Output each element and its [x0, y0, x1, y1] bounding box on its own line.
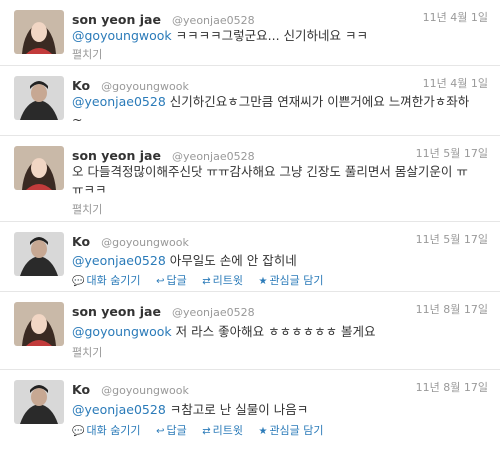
tweet-item[interactable]: Ko @goyoungwook 11년 4월 1일 @yeonjae0528 신…: [0, 66, 500, 136]
tweet-item[interactable]: son yeon jae @yeonjae0528 11년 5월 17일 오 다…: [0, 136, 500, 222]
reply-icon: ↩: [156, 276, 165, 287]
tweet-text: @yeonjae0528 ㅋ참고로 난 실물이 나음ㅋ: [72, 402, 309, 417]
hide-conversation-button[interactable]: 💬 대화 숨기기: [72, 424, 141, 437]
user-handle[interactable]: @yeonjae0528: [172, 306, 255, 319]
user-name[interactable]: Ko: [72, 234, 90, 249]
star-icon: ★: [258, 426, 268, 437]
reply-button[interactable]: ↩ 답글: [156, 424, 187, 437]
tweet-feed: son yeon jae @yeonjae0528 11년 4월 1일 @goy…: [0, 0, 500, 449]
tweet-actions: 💬 대화 숨기기 ↩ 답글 ⇄ 리트윗 ★ 관심글 담기: [72, 272, 336, 288]
avatar[interactable]: [14, 302, 64, 346]
mention-link[interactable]: @goyoungwook: [72, 28, 172, 43]
mention-link[interactable]: @yeonjae0528: [72, 94, 166, 109]
tweet-item[interactable]: son yeon jae @yeonjae0528 11년 4월 1일 @goy…: [0, 0, 500, 66]
retweet-icon: ⇄: [202, 426, 211, 437]
tweet-text: 오 다들격정많이해주신닷 ㅠㅠ감사해요 그냥 긴장도 풀리면서 몸살기운이 ㅠㅠ…: [72, 164, 468, 197]
user-handle[interactable]: @goyoungwook: [101, 384, 189, 397]
user-name[interactable]: Ko: [72, 382, 90, 397]
user-name[interactable]: son yeon jae: [72, 304, 161, 319]
expand-link[interactable]: 펼치기: [72, 344, 102, 360]
favorite-button[interactable]: ★ 관심글 담기: [258, 424, 323, 437]
reply-button[interactable]: ↩ 답글: [156, 274, 187, 287]
tweet-item[interactable]: Ko @goyoungwook 11년 5월 17일 @yeonjae0528 …: [0, 222, 500, 292]
avatar[interactable]: [14, 76, 64, 120]
tweet-text: @goyoungwook 저 라스 좋아해요 ㅎㅎㅎㅎㅎㅎ 볼게요: [72, 324, 376, 339]
star-icon: ★: [258, 276, 268, 287]
expand-link[interactable]: 펼치기: [72, 46, 102, 62]
tweet-date[interactable]: 11년 5월 17일: [416, 231, 488, 247]
tweet-date[interactable]: 11년 8월 17일: [416, 379, 488, 395]
favorite-button[interactable]: ★ 관심글 담기: [258, 274, 323, 287]
user-name[interactable]: son yeon jae: [72, 148, 161, 163]
mention-link[interactable]: @yeonjae0528: [72, 253, 166, 268]
tweet-item[interactable]: son yeon jae @yeonjae0528 11년 8월 17일 @go…: [0, 292, 500, 370]
user-handle[interactable]: @goyoungwook: [101, 236, 189, 249]
tweet-text: @goyoungwook ㅋㅋㅋㅋ그렇군요... 신기하네요 ㅋㅋ: [72, 28, 369, 43]
retweet-button[interactable]: ⇄ 리트윗: [202, 424, 243, 437]
user-handle[interactable]: @yeonjae0528: [172, 14, 255, 27]
hide-conversation-button[interactable]: 💬 대화 숨기기: [72, 274, 141, 287]
avatar[interactable]: [14, 10, 64, 54]
conversation-icon: 💬: [72, 426, 85, 437]
tweet-date[interactable]: 11년 4월 1일: [423, 9, 488, 25]
reply-icon: ↩: [156, 426, 165, 437]
avatar[interactable]: [14, 146, 64, 190]
tweet-actions: 💬 대화 숨기기 ↩ 답글 ⇄ 리트윗 ★ 관심글 담기: [72, 422, 336, 438]
avatar[interactable]: [14, 232, 64, 276]
user-handle[interactable]: @goyoungwook: [101, 80, 189, 93]
mention-link[interactable]: @yeonjae0528: [72, 402, 166, 417]
expand-link[interactable]: 펼치기: [72, 201, 102, 217]
avatar[interactable]: [14, 380, 64, 424]
tweet-date[interactable]: 11년 8월 17일: [416, 301, 488, 317]
tweet-date[interactable]: 11년 4월 1일: [423, 75, 488, 91]
retweet-icon: ⇄: [202, 276, 211, 287]
user-handle[interactable]: @yeonjae0528: [172, 150, 255, 163]
user-name[interactable]: son yeon jae: [72, 12, 161, 27]
tweet-date[interactable]: 11년 5월 17일: [416, 145, 488, 161]
tweet-text: @yeonjae0528 아무일도 손에 안 잡히네: [72, 253, 297, 268]
conversation-icon: 💬: [72, 276, 85, 287]
tweet-item[interactable]: Ko @goyoungwook 11년 8월 17일 @yeonjae0528 …: [0, 370, 500, 449]
tweet-text: @yeonjae0528 신기하긴요ㅎ그만큼 연재씨가 이쁜거에요 느껴한가ㅎ좌…: [72, 94, 470, 127]
mention-link[interactable]: @goyoungwook: [72, 324, 172, 339]
user-name[interactable]: Ko: [72, 78, 90, 93]
retweet-button[interactable]: ⇄ 리트윗: [202, 274, 243, 287]
